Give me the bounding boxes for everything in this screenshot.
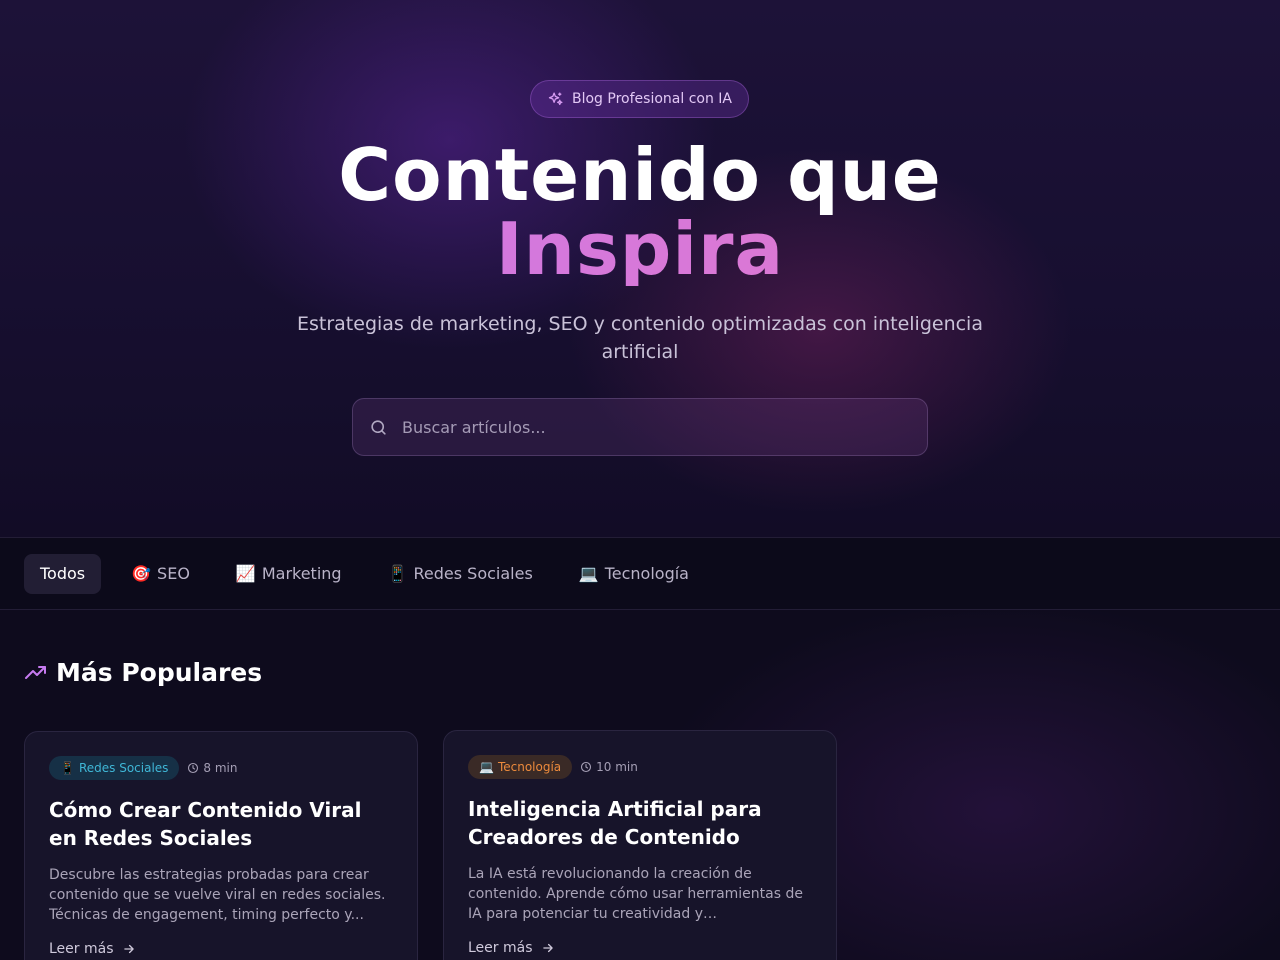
category-tag[interactable]: 💻 Tecnología <box>468 755 573 779</box>
read-more-link[interactable]: Leer más <box>49 941 393 957</box>
card-meta: 📱 Redes Sociales 8 min <box>49 756 393 780</box>
sparkles-icon <box>547 91 564 108</box>
card-excerpt: Descubre las estrategias probadas para c… <box>49 867 386 923</box>
card-title[interactable]: Inteligencia Artificial para Creadores d… <box>468 795 812 851</box>
hero-badge: Blog Profesional con IA <box>530 80 749 118</box>
read-time-label: 8 min <box>203 761 238 775</box>
category-tecnologia[interactable]: 💻 Tecnología <box>563 554 705 594</box>
trending-up-icon <box>24 661 48 685</box>
search-icon <box>369 418 388 437</box>
mobile-phone-icon: 📱 <box>60 761 75 775</box>
hero-title: Contenido que Inspira <box>0 138 1280 286</box>
hero-badge-label: Blog Profesional con IA <box>572 91 732 107</box>
read-more-link[interactable]: Leer más <box>468 940 812 956</box>
read-time: 10 min <box>580 760 638 774</box>
main-content: Más Populares 📱 Redes Sociales 8 min Cóm… <box>0 610 1280 960</box>
hero-title-highlight: Inspira <box>0 212 1280 286</box>
hero-subtitle: Estrategias de marketing, SEO y contenid… <box>297 313 983 363</box>
category-label: Redes Sociales <box>413 564 533 583</box>
clock-icon <box>187 762 199 774</box>
hero-section: Blog Profesional con IA Contenido que In… <box>0 0 1280 537</box>
category-label: Todos <box>40 564 86 583</box>
target-icon: 🎯 <box>131 564 152 583</box>
article-card[interactable]: 📱 Redes Sociales 8 min Cómo Crear Conten… <box>24 731 418 960</box>
laptop-icon: 💻 <box>578 564 599 583</box>
card-meta: 💻 Tecnología 10 min <box>468 755 812 779</box>
category-todos[interactable]: Todos <box>24 553 102 594</box>
chart-up-icon: 📈 <box>235 564 256 583</box>
hero-title-line1: Contenido que <box>338 133 942 217</box>
search-bar[interactable] <box>352 398 928 456</box>
category-seo[interactable]: 🎯 SEO <box>115 554 206 594</box>
category-label: Tecnología <box>604 564 689 583</box>
read-more-label: Leer más <box>468 940 533 956</box>
section-title-label: Más Populares <box>56 658 263 687</box>
clock-icon <box>580 761 592 773</box>
arrow-right-icon <box>541 941 555 955</box>
arrow-right-icon <box>122 942 136 956</box>
card-title[interactable]: Cómo Crear Contenido Viral en Redes Soci… <box>49 796 393 852</box>
category-tag-label: Redes Sociales <box>78 761 169 775</box>
article-card[interactable]: 💻 Tecnología 10 min Inteligencia Artific… <box>443 730 837 960</box>
category-tag[interactable]: 📱 Redes Sociales <box>49 756 180 780</box>
category-tag-label: Tecnología <box>497 760 562 774</box>
category-label: Marketing <box>261 564 342 583</box>
read-time: 8 min <box>187 761 238 775</box>
card-excerpt: La IA está revolucionando la creación de… <box>468 866 803 922</box>
search-input[interactable] <box>402 417 882 437</box>
mobile-phone-icon: 📱 <box>387 564 408 583</box>
laptop-icon: 💻 <box>479 760 494 774</box>
read-more-label: Leer más <box>49 941 114 957</box>
category-redes-sociales[interactable]: 📱 Redes Sociales <box>372 554 549 594</box>
category-label: SEO <box>157 564 190 583</box>
category-marketing[interactable]: 📈 Marketing <box>220 554 358 594</box>
section-title: Más Populares <box>24 658 262 687</box>
category-filter-bar: Todos 🎯 SEO 📈 Marketing 📱 Redes Sociales… <box>0 537 1280 610</box>
read-time-label: 10 min <box>596 760 638 774</box>
